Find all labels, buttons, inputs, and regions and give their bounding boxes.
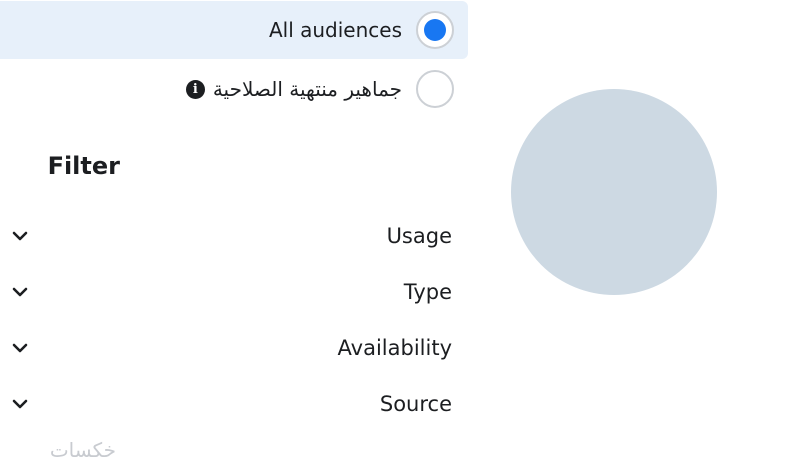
audience-all-radio[interactable]	[416, 11, 454, 49]
audience-option-expired[interactable]: i جماهير منتهية الصلاحية	[0, 60, 468, 118]
filter-item-availability[interactable]: Availability	[0, 328, 468, 368]
audience-option-all-label: All audiences	[268, 18, 402, 42]
audience-filter-panel: All audiences i جماهير منتهية الصلاحية F…	[0, 0, 468, 470]
audience-expired-radio[interactable]	[416, 70, 454, 108]
avatar-placeholder	[511, 89, 717, 295]
filter-item-label: Type	[403, 280, 452, 304]
radio-selected-dot	[424, 19, 446, 41]
filter-item-label: Source	[379, 392, 452, 416]
filter-item-type[interactable]: Type	[0, 272, 468, 312]
filter-item-usage[interactable]: Usage	[0, 216, 468, 256]
filter-item-label: Availability	[337, 336, 452, 360]
chevron-down-icon[interactable]	[12, 230, 28, 242]
chevron-down-icon[interactable]	[12, 342, 28, 354]
filter-heading: Filter	[47, 152, 120, 180]
audience-option-expired-label: جماهير منتهية الصلاحية	[212, 77, 402, 101]
filter-item-source[interactable]: Source	[0, 384, 468, 424]
chevron-down-icon[interactable]	[12, 398, 28, 410]
audience-option-all[interactable]: All audiences	[0, 1, 468, 59]
filter-item-partial: خكسات	[49, 438, 116, 462]
filter-item-label: Usage	[386, 224, 452, 248]
info-icon[interactable]: i	[185, 79, 205, 99]
chevron-down-icon[interactable]	[12, 286, 28, 298]
